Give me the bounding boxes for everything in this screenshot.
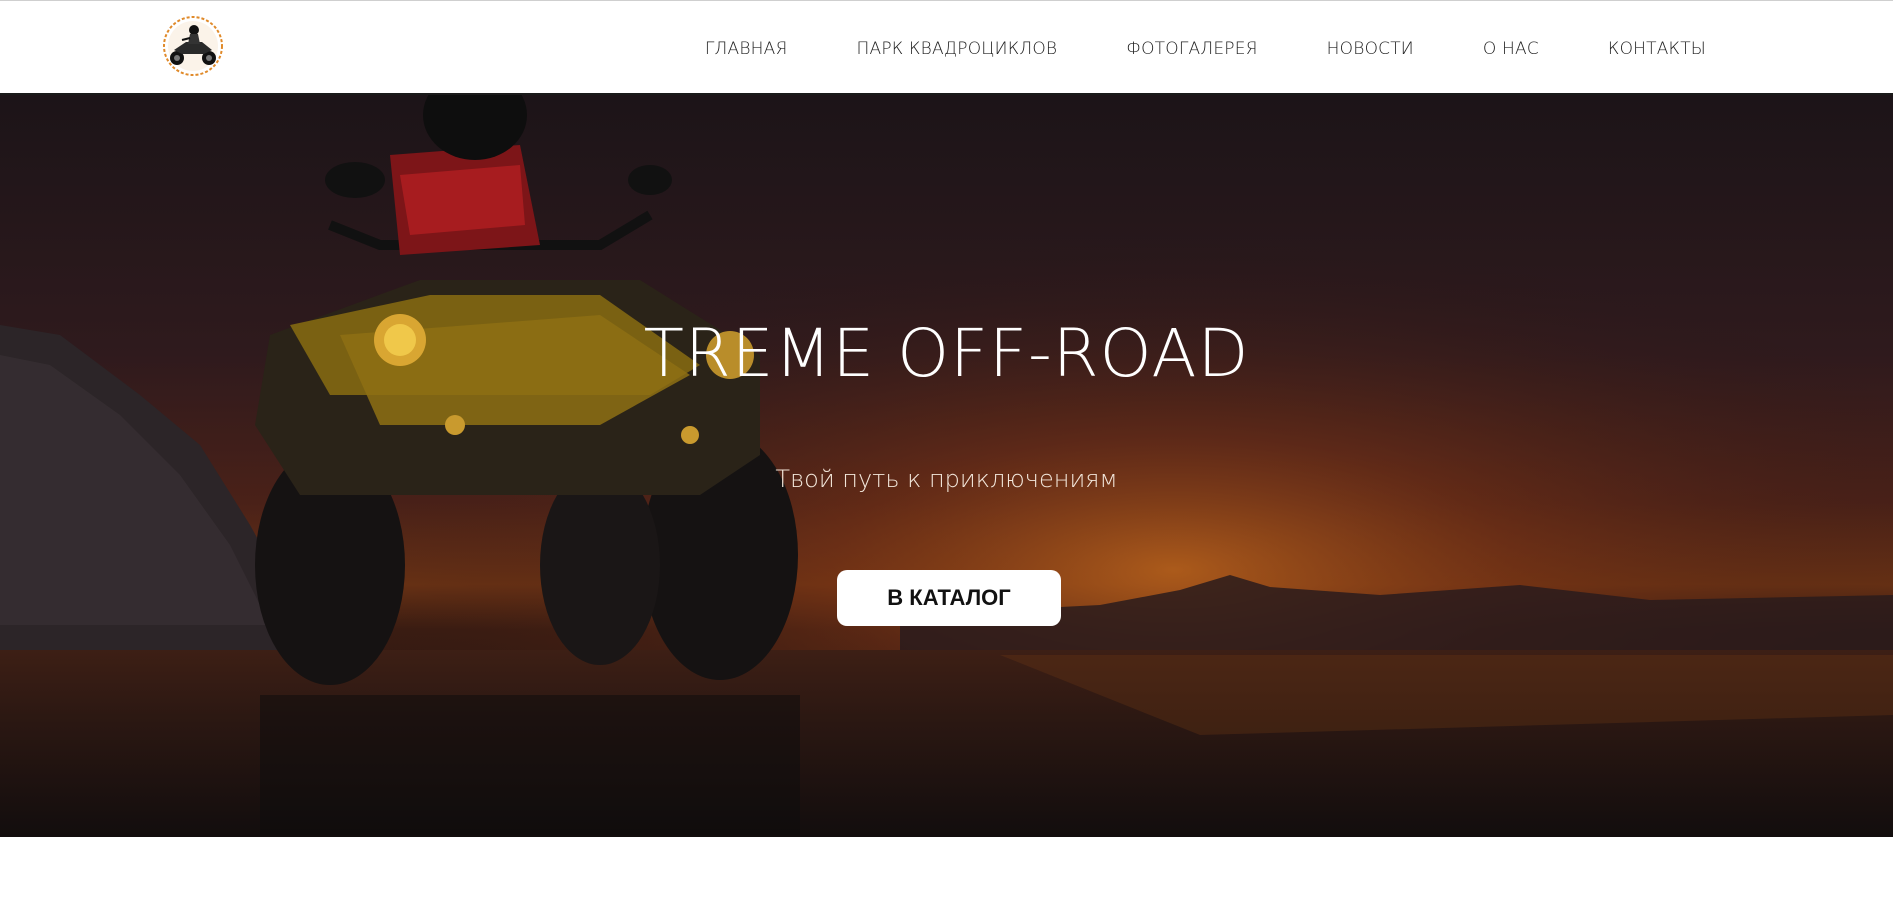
main-nav: ГЛАВНАЯ ПАРК КВАДРОЦИКЛОВ ФОТОГАЛЕРЕЯ НО…	[705, 1, 1706, 96]
catalog-button[interactable]: В КАТАЛОГ	[837, 570, 1061, 626]
nav-item-contacts[interactable]: КОНТАКТЫ	[1608, 39, 1706, 59]
site-header: ГЛАВНАЯ ПАРК КВАДРОЦИКЛОВ ФОТОГАЛЕРЕЯ НО…	[0, 0, 1893, 95]
nav-item-gallery[interactable]: ФОТОГАЛЕРЕЯ	[1126, 39, 1257, 59]
hero-subtitle: Твой путь к приключениям	[775, 465, 1118, 493]
hero-section: TREME OFF-ROAD Твой путь к приключениям …	[0, 95, 1893, 837]
nav-item-home[interactable]: ГЛАВНАЯ	[705, 39, 788, 59]
hero-title: TREME OFF-ROAD	[643, 315, 1250, 392]
nav-item-about[interactable]: О НАС	[1483, 39, 1539, 59]
atv-rider-logo-icon[interactable]	[160, 14, 226, 78]
nav-item-atv-fleet[interactable]: ПАРК КВАДРОЦИКЛОВ	[857, 39, 1058, 59]
nav-item-news[interactable]: НОВОСТИ	[1327, 39, 1414, 59]
